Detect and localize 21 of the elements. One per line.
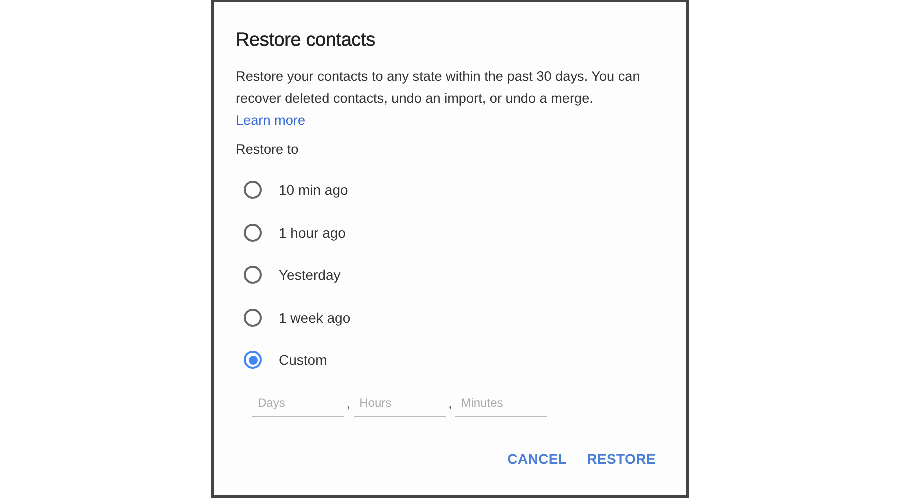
option-label[interactable]: 1 hour ago bbox=[279, 224, 346, 241]
radio-button[interactable] bbox=[244, 308, 262, 327]
separator-text: , bbox=[346, 396, 352, 412]
dialog-button[interactable]: CANCEL bbox=[500, 444, 576, 472]
restore-to-label: Restore to bbox=[236, 142, 299, 157]
option-label[interactable]: 1 week ago bbox=[279, 310, 351, 326]
dialog-button[interactable]: RESTORE bbox=[579, 444, 664, 472]
radio-button[interactable] bbox=[244, 266, 262, 284]
learn-more-link[interactable]: Learn more bbox=[236, 110, 306, 132]
radio-button[interactable] bbox=[244, 181, 262, 200]
radio-button[interactable] bbox=[244, 224, 262, 242]
radio-button[interactable] bbox=[244, 351, 262, 370]
input-field[interactable]: Hours bbox=[354, 390, 446, 416]
separator-text: , bbox=[448, 396, 454, 412]
option-label[interactable]: Custom bbox=[279, 352, 328, 368]
option-label[interactable]: Yesterday bbox=[279, 267, 341, 284]
dialog-title: Restore contacts bbox=[236, 30, 376, 52]
input-field[interactable]: Days bbox=[252, 390, 344, 416]
description-text: Restore your contacts to any state within the past 30 days. You can recover deleted contacts, undo an import, or undo a merge. bbox=[236, 68, 642, 108]
option-label[interactable]: 10 min ago bbox=[279, 182, 348, 198]
input-field[interactable]: Minutes bbox=[455, 390, 548, 416]
